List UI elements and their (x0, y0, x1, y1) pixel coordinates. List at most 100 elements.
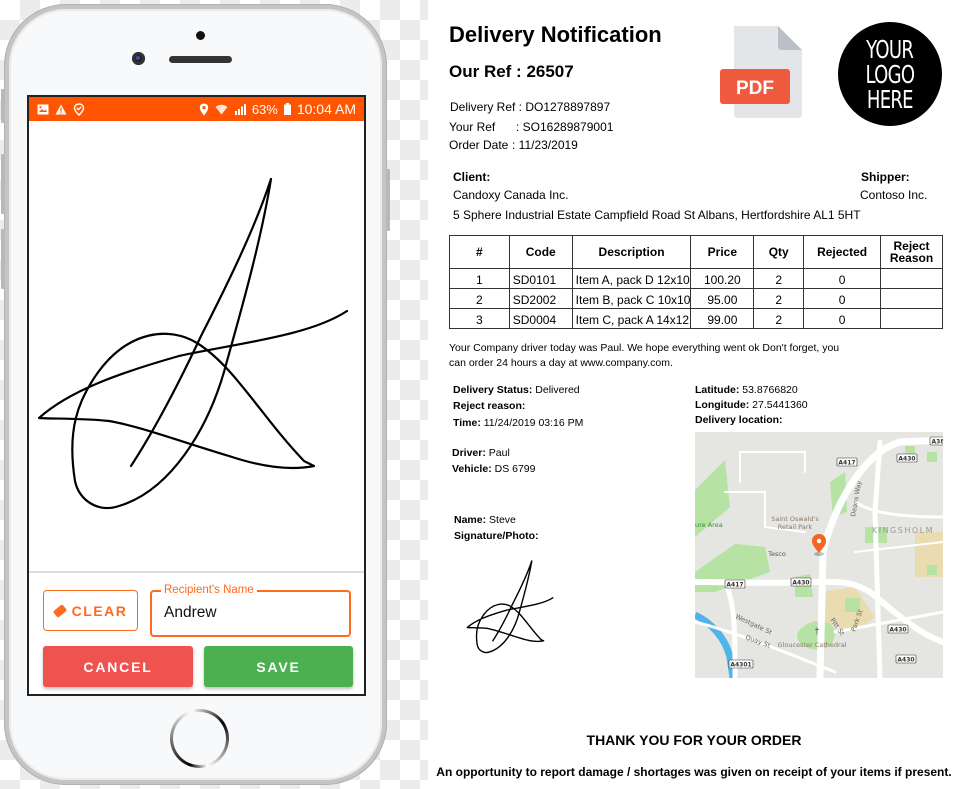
shipper-name: Contoso Inc. (860, 188, 928, 202)
cancel-button[interactable]: CANCEL (43, 646, 193, 687)
delivery-ref-value: DO1278897897 (525, 100, 611, 114)
cell-price: 99.00 (690, 308, 755, 329)
cell-price: 100.20 (690, 268, 755, 289)
signature-image (466, 560, 554, 654)
clock-time: 10:04 AM (296, 101, 356, 117)
driver-note: Your Company driver today was Paul. We h… (449, 342, 840, 369)
cell-reject-reason (880, 308, 943, 329)
road-badge: A417 (838, 460, 855, 467)
battery-percent: 63% (251, 101, 278, 117)
recipient-name-label: Recipient's Name (161, 583, 257, 597)
road-badge: A430 (898, 456, 915, 463)
phone-screen: 63% 10:04 AM CLEAR Recipient's Name CANC… (27, 95, 366, 696)
cell-description: Item C, pack A 14x12 (571, 308, 692, 329)
road-badge: A430 (792, 580, 809, 587)
cell-description: Item A, pack D 12x10 (571, 268, 692, 289)
status-bar: 63% 10:04 AM (29, 97, 364, 121)
home-button[interactable] (170, 709, 229, 768)
road-badge: A4301 (730, 662, 751, 669)
road-badge: A38 (932, 439, 944, 446)
map-label-retail-park: Retail Park (778, 523, 813, 531)
map-label-kingsholm: KINGSHOLM (872, 526, 934, 535)
logo-line: YOUR (866, 34, 914, 64)
delivery-location-map[interactable]: A417 A430 A38 A417 A430 A430 A4301 A430 … (695, 432, 943, 678)
company-logo: YOUR LOGO HERE (838, 22, 942, 126)
clear-button[interactable]: CLEAR (43, 590, 138, 631)
map-label-leisure-area: ure Area (695, 521, 723, 529)
driver-label: Driver: (452, 447, 486, 459)
map-label-cathedral: Gloucester Cathedral (778, 641, 847, 649)
col-header-number: # (449, 235, 510, 269)
client-name: Candoxy Canada Inc. (453, 188, 569, 202)
cell-reject-reason (880, 288, 943, 309)
delivery-ref-label: Delivery Ref : (450, 100, 523, 114)
latitude-row: Latitude: 53.8766820 (695, 384, 798, 396)
delivery-location-label: Delivery location: (695, 414, 783, 426)
cell-rejected: 0 (803, 268, 882, 289)
vehicle-value: DS 6799 (494, 463, 536, 475)
col-header-description: Description (571, 235, 692, 269)
eraser-icon (52, 603, 67, 618)
location-pin-icon (199, 103, 209, 115)
battery-icon (283, 103, 291, 115)
latitude-label: Latitude: (695, 384, 740, 396)
recipient-name-field[interactable]: Recipient's Name (150, 583, 351, 637)
col-header-rejected: Rejected (803, 235, 882, 269)
map-park (927, 565, 937, 575)
latitude-value: 53.8766820 (742, 384, 798, 396)
table-row: 1 SD0101 Item A, pack D 12x10 100.20 2 0 (449, 268, 943, 289)
cell-number: 3 (449, 308, 510, 329)
client-heading: Client: (453, 170, 491, 184)
table-header-row: # Code Description Price Qty Rejected Re… (449, 235, 943, 269)
vehicle-row: Vehicle: DS 6799 (452, 463, 536, 475)
signature-canvas[interactable] (29, 121, 364, 571)
cell-code: SD2002 (508, 288, 573, 309)
name-label: Name: (454, 514, 487, 526)
delivery-ref-row: Delivery Ref : DO1278897897 (450, 100, 610, 114)
col-header-reject-reason: Reject Reason (880, 235, 943, 269)
mute-switch (1, 89, 5, 123)
cell-rejected: 0 (803, 288, 882, 309)
delivery-notification-document: Delivery Notification Our Ref : 26507 De… (428, 0, 960, 789)
volume-up-button (1, 154, 5, 214)
wifi-icon (215, 104, 228, 114)
name-value: Steve (489, 514, 516, 526)
signature-label: Signature/Photo: (454, 530, 539, 542)
driver-row: Driver: Paul (452, 447, 510, 459)
cell-reject-reason (880, 268, 943, 289)
client-address: 5 Sphere Industrial Estate Campfield Roa… (453, 208, 861, 222)
image-icon (37, 104, 49, 114)
proximity-sensor (196, 31, 205, 40)
location-check-icon (73, 102, 85, 116)
front-camera-icon (132, 52, 145, 65)
time-value: 11/24/2019 03:16 PM (483, 417, 584, 429)
road-badge: A417 (726, 582, 743, 589)
cell-price: 95.00 (690, 288, 755, 309)
table-row: 3 SD0004 Item C, pack A 14x12 99.00 2 0 (449, 308, 943, 329)
name-row: Name: Steve (454, 514, 516, 526)
col-header-qty: Qty (753, 235, 805, 269)
cell-qty: 2 (753, 268, 805, 289)
recipient-name-input[interactable] (164, 604, 344, 622)
your-ref-label: Your Ref (449, 120, 496, 134)
road-badge: A430 (897, 657, 914, 664)
warning-icon (55, 104, 67, 114)
delivery-location-row: Delivery location: (695, 414, 783, 426)
cell-number: 2 (449, 288, 510, 309)
our-ref: Our Ref : 26507 (449, 62, 574, 81)
pdf-file-icon[interactable]: PDF (720, 26, 802, 118)
signature-row: Signature/Photo: (454, 530, 539, 542)
longitude-row: Longitude: 27.5441360 (695, 399, 808, 411)
volume-down-button (1, 229, 5, 289)
map-label-retail-park: Saint Oswald's (771, 515, 819, 523)
reject-reason-label: Reject reason: (453, 400, 526, 412)
order-date-label: Order Date (449, 138, 509, 152)
order-date-row: Order Date: 11/23/2019 (449, 138, 578, 152)
time-row: Time: 11/24/2019 03:16 PM (453, 417, 583, 429)
save-button[interactable]: SAVE (204, 646, 353, 687)
document-title: Delivery Notification (449, 22, 662, 47)
col-header-price: Price (690, 235, 755, 269)
items-table: # Code Description Price Qty Rejected Re… (449, 235, 943, 329)
delivery-status-value: Delivered (535, 384, 580, 396)
road-badge: A430 (889, 627, 906, 634)
